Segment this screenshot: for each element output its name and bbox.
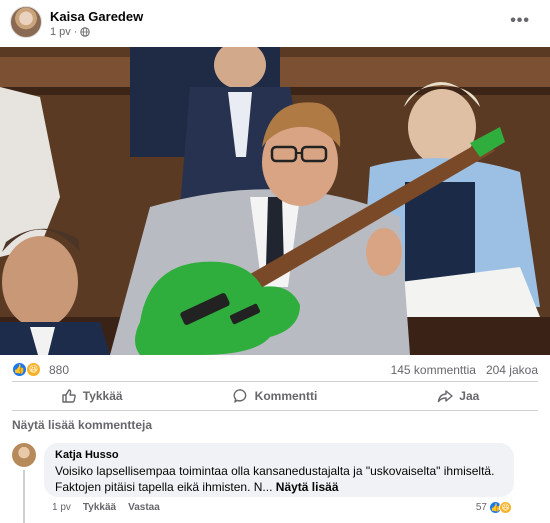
action-bar: Tykkää Kommentti Jaa	[0, 384, 550, 408]
post-meta: 1 pv ·	[50, 26, 91, 38]
comment-reply-button[interactable]: Vastaa	[128, 502, 160, 513]
engagement-counts: 145 kommenttia 204 jakoa	[391, 363, 538, 377]
share-button[interactable]: Jaa	[367, 384, 550, 408]
video-frame	[0, 47, 550, 355]
share-count[interactable]: 204 jakoa	[486, 363, 538, 377]
comment-footer: 1 pv Tykkää Vastaa	[52, 502, 160, 513]
author-name[interactable]: Kaisa Garedew	[50, 9, 143, 24]
comment-bubble: Katja Husso Voisiko lapsellisempaa toimi…	[44, 443, 514, 497]
more-options-button[interactable]: •••	[510, 12, 530, 30]
thread-line	[23, 470, 25, 523]
share-arrow-icon	[438, 390, 453, 403]
like-label: Tykkää	[82, 389, 123, 403]
comment-bubble-icon	[233, 389, 246, 403]
like-button[interactable]: Tykkää	[0, 384, 183, 408]
divider-top	[12, 381, 538, 382]
see-more-link[interactable]: Näytä lisää	[276, 480, 339, 494]
commenter-name[interactable]: Katja Husso	[55, 449, 503, 461]
share-label: Jaa	[459, 389, 480, 403]
comment-text: Voisiko lapsellisempaa toimintaa olla ka…	[55, 463, 503, 495]
comment-like-button[interactable]: Tykkää	[83, 502, 116, 513]
post-header: Kaisa Garedew 1 pv · •••	[0, 0, 550, 46]
like-reaction-icon: 👍	[12, 362, 27, 377]
author-avatar[interactable]	[10, 6, 42, 38]
comment-time[interactable]: 1 pv	[52, 502, 71, 513]
comment-reactions[interactable]: 57 👍 😆	[476, 501, 512, 514]
thumbs-up-icon	[62, 389, 76, 403]
commenter-avatar[interactable]	[12, 443, 36, 467]
comment-count[interactable]: 145 kommenttia	[391, 363, 476, 377]
globe-icon	[80, 27, 91, 37]
comment-reaction-count: 57	[475, 502, 487, 513]
comment-label: Kommentti	[254, 389, 318, 403]
show-more-comments-link[interactable]: Näytä lisää kommentteja	[12, 418, 152, 432]
reaction-summary[interactable]: 👍 😆 880	[12, 362, 69, 377]
comment-body: Voisiko lapsellisempaa toimintaa olla ka…	[55, 464, 495, 494]
haha-reaction-icon: 😆	[26, 362, 41, 377]
post-video[interactable]	[0, 47, 550, 355]
reaction-count: 880	[49, 362, 70, 377]
post-time[interactable]: 1 pv	[50, 26, 71, 38]
haha-reaction-icon: 😆	[499, 501, 512, 514]
divider-bottom	[12, 410, 538, 411]
comment-button[interactable]: Kommentti	[183, 384, 366, 408]
